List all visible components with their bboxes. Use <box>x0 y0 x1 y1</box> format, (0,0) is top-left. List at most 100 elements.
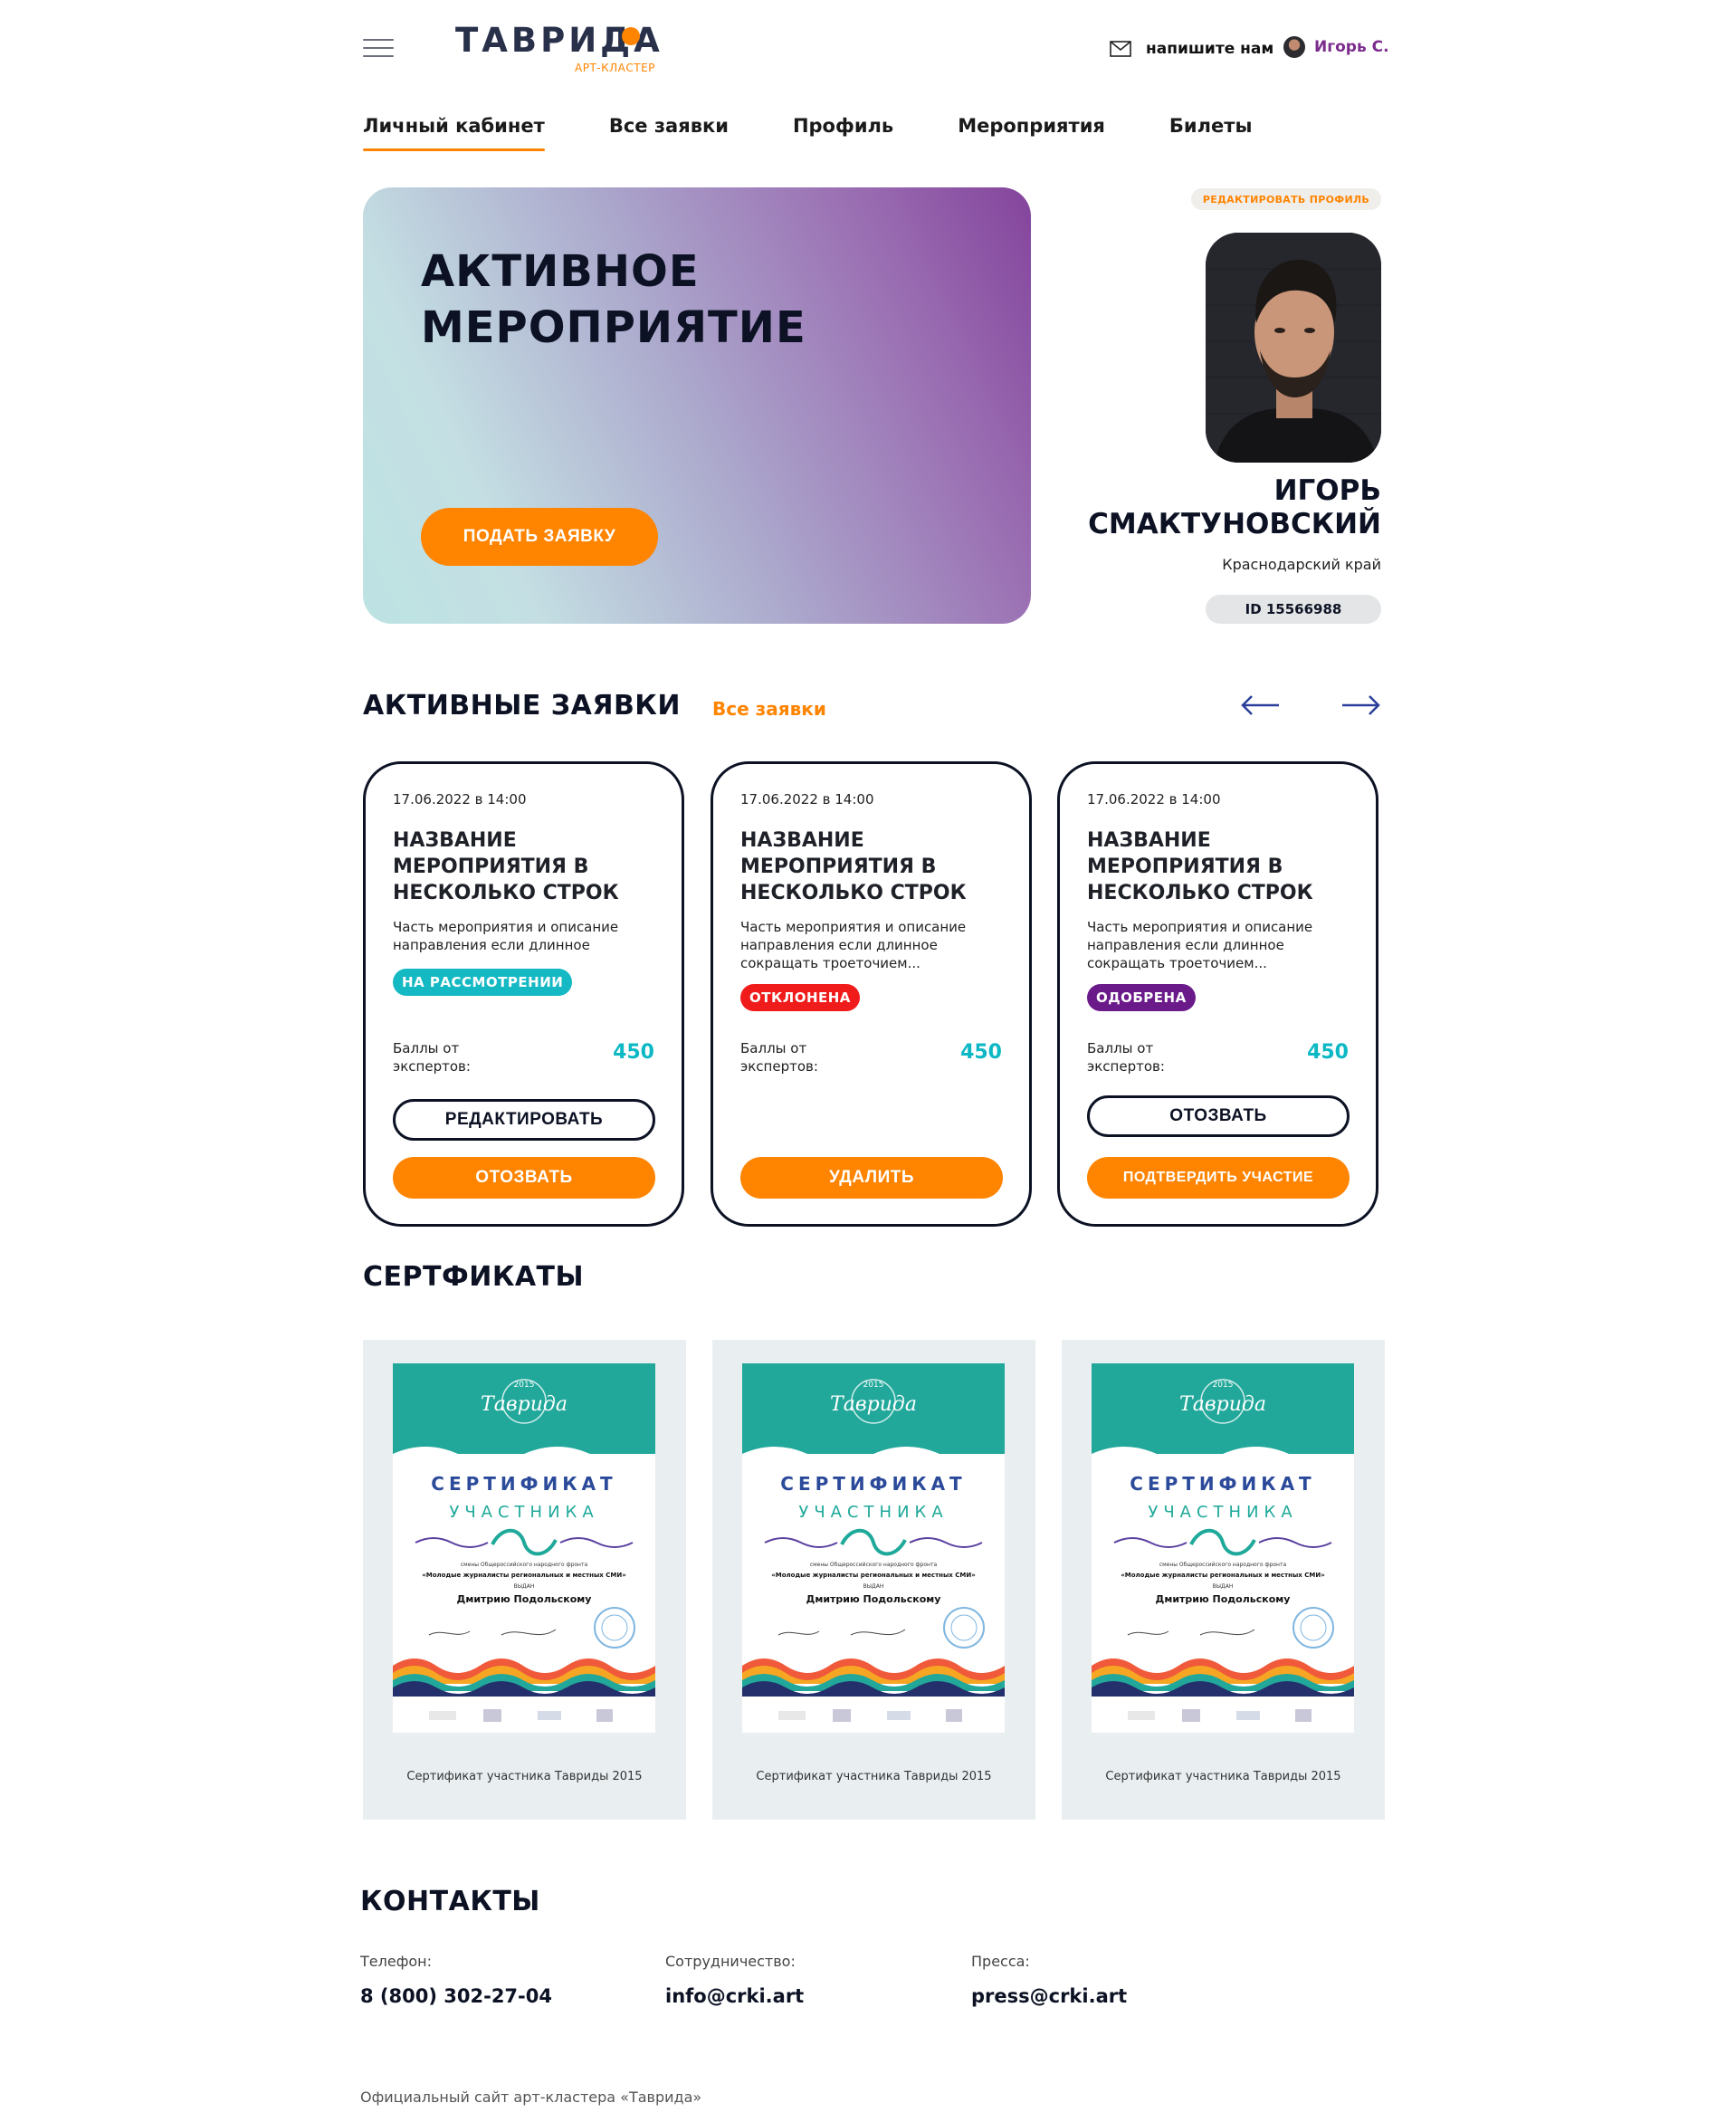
certificate-image: 2015 Таврида СЕРТИФИКАТ УЧАСТНИКА смены … <box>742 1363 1005 1733</box>
certificate-preview: 2015 Таврида СЕРТИФИКАТ УЧАСТНИКА смены … <box>742 1363 1005 1733</box>
profile-region: Краснодарский край <box>1222 556 1381 573</box>
points-label: Баллы от экспертов: <box>1087 1040 1165 1075</box>
user-name: Игорь С. <box>1314 38 1389 56</box>
apply-button[interactable]: ПОДАТЬ ЗАЯВКУ <box>421 508 658 566</box>
nav-item-cabinet[interactable]: Личный кабинет <box>363 115 545 151</box>
mail-icon <box>1110 41 1131 57</box>
certificate-preview: 2015 Таврида СЕРТИФИКАТ УЧАСТНИКА смены … <box>1092 1363 1354 1733</box>
logo[interactable]: ТАВРИДА АРТ-КЛАСТЕР <box>455 24 663 78</box>
nav-item-requests[interactable]: Все заявки <box>609 115 729 137</box>
profile-avatar <box>1206 233 1381 463</box>
certificate-image: 2015 Таврида СЕРТИФИКАТ УЧАСТНИКА смены … <box>1092 1363 1354 1733</box>
profile-id-badge: ID 15566988 <box>1206 595 1381 624</box>
requests-title: АКТИВНЫЕ ЗАЯВКИ <box>363 690 681 722</box>
request-card: 17.06.2022 в 14:00 НАЗВАНИЕ МЕРОПРИЯТИЯ … <box>363 761 684 1227</box>
certificate-card[interactable]: 2015 Таврида СЕРТИФИКАТ УЧАСТНИКА смены … <box>1062 1340 1385 1820</box>
points-label: Баллы от экспертов: <box>393 1040 471 1075</box>
points-value: 450 <box>613 1041 654 1064</box>
svg-text:СЕРТИФИКАТ: СЕРТИФИКАТ <box>431 1473 616 1495</box>
card-description: Часть мероприятия и описание направления… <box>1087 919 1313 971</box>
certificate-caption: Сертификат участника Тавриды 2015 <box>406 1770 643 1783</box>
cooperation-label: Сотрудничество: <box>665 1953 796 1970</box>
svg-text:Таврида: Таврида <box>1179 1393 1266 1416</box>
card-description: Часть мероприятия и описание направления… <box>393 919 619 953</box>
svg-text:смены Общероссийского народног: смены Общероссийского народного фронта <box>1159 1562 1287 1568</box>
menu-icon[interactable] <box>363 39 394 57</box>
certificate-card[interactable]: 2015 Таврида СЕРТИФИКАТ УЧАСТНИКА смены … <box>712 1340 1035 1820</box>
certificate-caption: Сертификат участника Тавриды 2015 <box>1105 1770 1341 1783</box>
write-us-link[interactable]: напишите нам <box>1110 40 1273 58</box>
status-badge: НА РАССМОТРЕНИИ <box>393 969 573 996</box>
card-date: 17.06.2022 в 14:00 <box>1087 791 1221 808</box>
svg-text:Дмитрию Подольскому: Дмитрию Подольскому <box>1156 1593 1291 1605</box>
svg-text:СЕРТИФИКАТ: СЕРТИФИКАТ <box>780 1473 966 1495</box>
phone-label: Телефон: <box>360 1953 433 1970</box>
phone-link[interactable]: 8 (800) 302-27-04 <box>360 1985 552 2007</box>
card-title: НАЗВАНИЕ МЕРОПРИЯТИЯ В НЕСКОЛЬКО СТРОК <box>740 829 967 904</box>
points-label: Баллы от экспертов: <box>740 1040 818 1075</box>
svg-text:Таврида: Таврида <box>481 1393 568 1416</box>
cooperation-email-link[interactable]: info@crki.art <box>665 1985 804 2007</box>
svg-text:УЧАСТНИКА: УЧАСТНИКА <box>1148 1503 1297 1522</box>
certificate-image: 2015 Таврида СЕРТИФИКАТ УЧАСТНИКА смены … <box>393 1363 655 1733</box>
footer-text: Официальный сайт арт-кластера «Таврида» <box>360 2089 702 2106</box>
card-title: НАЗВАНИЕ МЕРОПРИЯТИЯ В НЕСКОЛЬКО СТРОК <box>1087 829 1313 904</box>
withdraw-button[interactable]: ОТОЗВАТЬ <box>393 1157 655 1199</box>
all-requests-link[interactable]: Все заявки <box>712 698 826 720</box>
card-date: 17.06.2022 в 14:00 <box>393 791 527 808</box>
svg-text:ВЫДАН: ВЫДАН <box>863 1583 884 1590</box>
svg-text:«Молодые журналисты региональн: «Молодые журналисты региональных и местн… <box>422 1572 626 1579</box>
nav-item-profile[interactable]: Профиль <box>793 115 893 137</box>
arrow-left-icon[interactable] <box>1239 692 1281 719</box>
profile-name: ИГОРЬ СМАКТУНОВСКИЙ <box>1088 474 1381 540</box>
arrow-right-icon[interactable] <box>1340 692 1382 719</box>
certificate-caption: Сертификат участника Тавриды 2015 <box>756 1770 992 1783</box>
svg-text:ВЫДАН: ВЫДАН <box>1213 1583 1234 1590</box>
svg-text:«Молодые журналисты региональн: «Молодые журналисты региональных и местн… <box>771 1572 976 1579</box>
logo-subtitle: АРТ-КЛАСТЕР <box>575 62 655 74</box>
card-title: НАЗВАНИЕ МЕРОПРИЯТИЯ В НЕСКОЛЬКО СТРОК <box>393 829 619 904</box>
contacts-title: КОНТАКТЫ <box>360 1886 540 1917</box>
svg-text:СЕРТИФИКАТ: СЕРТИФИКАТ <box>1130 1473 1315 1495</box>
card-date: 17.06.2022 в 14:00 <box>740 791 874 808</box>
card-description: Часть мероприятия и описание направления… <box>740 919 967 971</box>
write-us-label: напишите нам <box>1146 40 1274 58</box>
svg-text:смены Общероссийского народног: смены Общероссийского народного фронта <box>461 1562 588 1568</box>
svg-text:смены Общероссийского народног: смены Общероссийского народного фронта <box>810 1562 938 1568</box>
svg-text:Дмитрию Подольскому: Дмитрию Подольскому <box>457 1593 592 1605</box>
user-avatar <box>1283 36 1305 58</box>
svg-text:Таврида: Таврида <box>830 1393 917 1416</box>
svg-text:2015: 2015 <box>863 1381 884 1390</box>
svg-text:2015: 2015 <box>514 1381 535 1390</box>
logo-dot <box>622 27 640 45</box>
svg-text:ВЫДАН: ВЫДАН <box>514 1583 535 1590</box>
user-menu[interactable]: Игорь С. <box>1283 36 1389 58</box>
nav-item-events[interactable]: Мероприятия <box>958 115 1105 137</box>
press-email-link[interactable]: press@crki.art <box>971 1985 1127 2007</box>
svg-text:Дмитрию Подольскому: Дмитрию Подольскому <box>806 1593 941 1605</box>
active-event-banner: АКТИВНОЕ МЕРОПРИЯТИЕ ПОДАТЬ ЗАЯВКУ <box>363 187 1031 624</box>
edit-button[interactable]: РЕДАКТИРОВАТЬ <box>393 1099 655 1141</box>
press-label: Пресса: <box>971 1953 1030 1970</box>
nav-item-tickets[interactable]: Билеты <box>1169 115 1253 137</box>
status-badge: ОТКЛОНЕНА <box>740 984 860 1011</box>
confirm-participation-button[interactable]: ПОДТВЕРДИТЬ УЧАСТИЕ <box>1087 1157 1350 1199</box>
portrait-image <box>1206 233 1381 463</box>
request-card: 17.06.2022 в 14:00 НАЗВАНИЕ МЕРОПРИЯТИЯ … <box>1057 761 1378 1227</box>
points-value: 450 <box>960 1041 1002 1064</box>
main-nav: Личный кабинет Все заявки Профиль Меропр… <box>363 115 1316 151</box>
svg-text:УЧАСТНИКА: УЧАСТНИКА <box>449 1503 598 1522</box>
status-badge: ОДОБРЕНА <box>1087 984 1196 1011</box>
certificate-preview: 2015 Таврида СЕРТИФИКАТ УЧАСТНИКА смены … <box>393 1363 655 1733</box>
svg-text:УЧАСТНИКА: УЧАСТНИКА <box>798 1503 948 1522</box>
banner-title: АКТИВНОЕ МЕРОПРИЯТИЕ <box>421 246 806 353</box>
edit-profile-link[interactable]: РЕДАКТИРОВАТЬ ПРОФИЛЬ <box>1191 188 1381 210</box>
certificate-card[interactable]: 2015 Таврида СЕРТИФИКАТ УЧАСТНИКА смены … <box>363 1340 686 1820</box>
svg-text:2015: 2015 <box>1213 1381 1234 1390</box>
delete-button[interactable]: УДАЛИТЬ <box>740 1157 1003 1199</box>
certificates-title: СЕРТФИКАТЫ <box>363 1261 585 1293</box>
request-card: 17.06.2022 в 14:00 НАЗВАНИЕ МЕРОПРИЯТИЯ … <box>711 761 1032 1227</box>
svg-text:«Молодые журналисты региональн: «Молодые журналисты региональных и местн… <box>1121 1572 1325 1579</box>
points-value: 450 <box>1307 1041 1349 1064</box>
withdraw-button[interactable]: ОТОЗВАТЬ <box>1087 1095 1350 1137</box>
